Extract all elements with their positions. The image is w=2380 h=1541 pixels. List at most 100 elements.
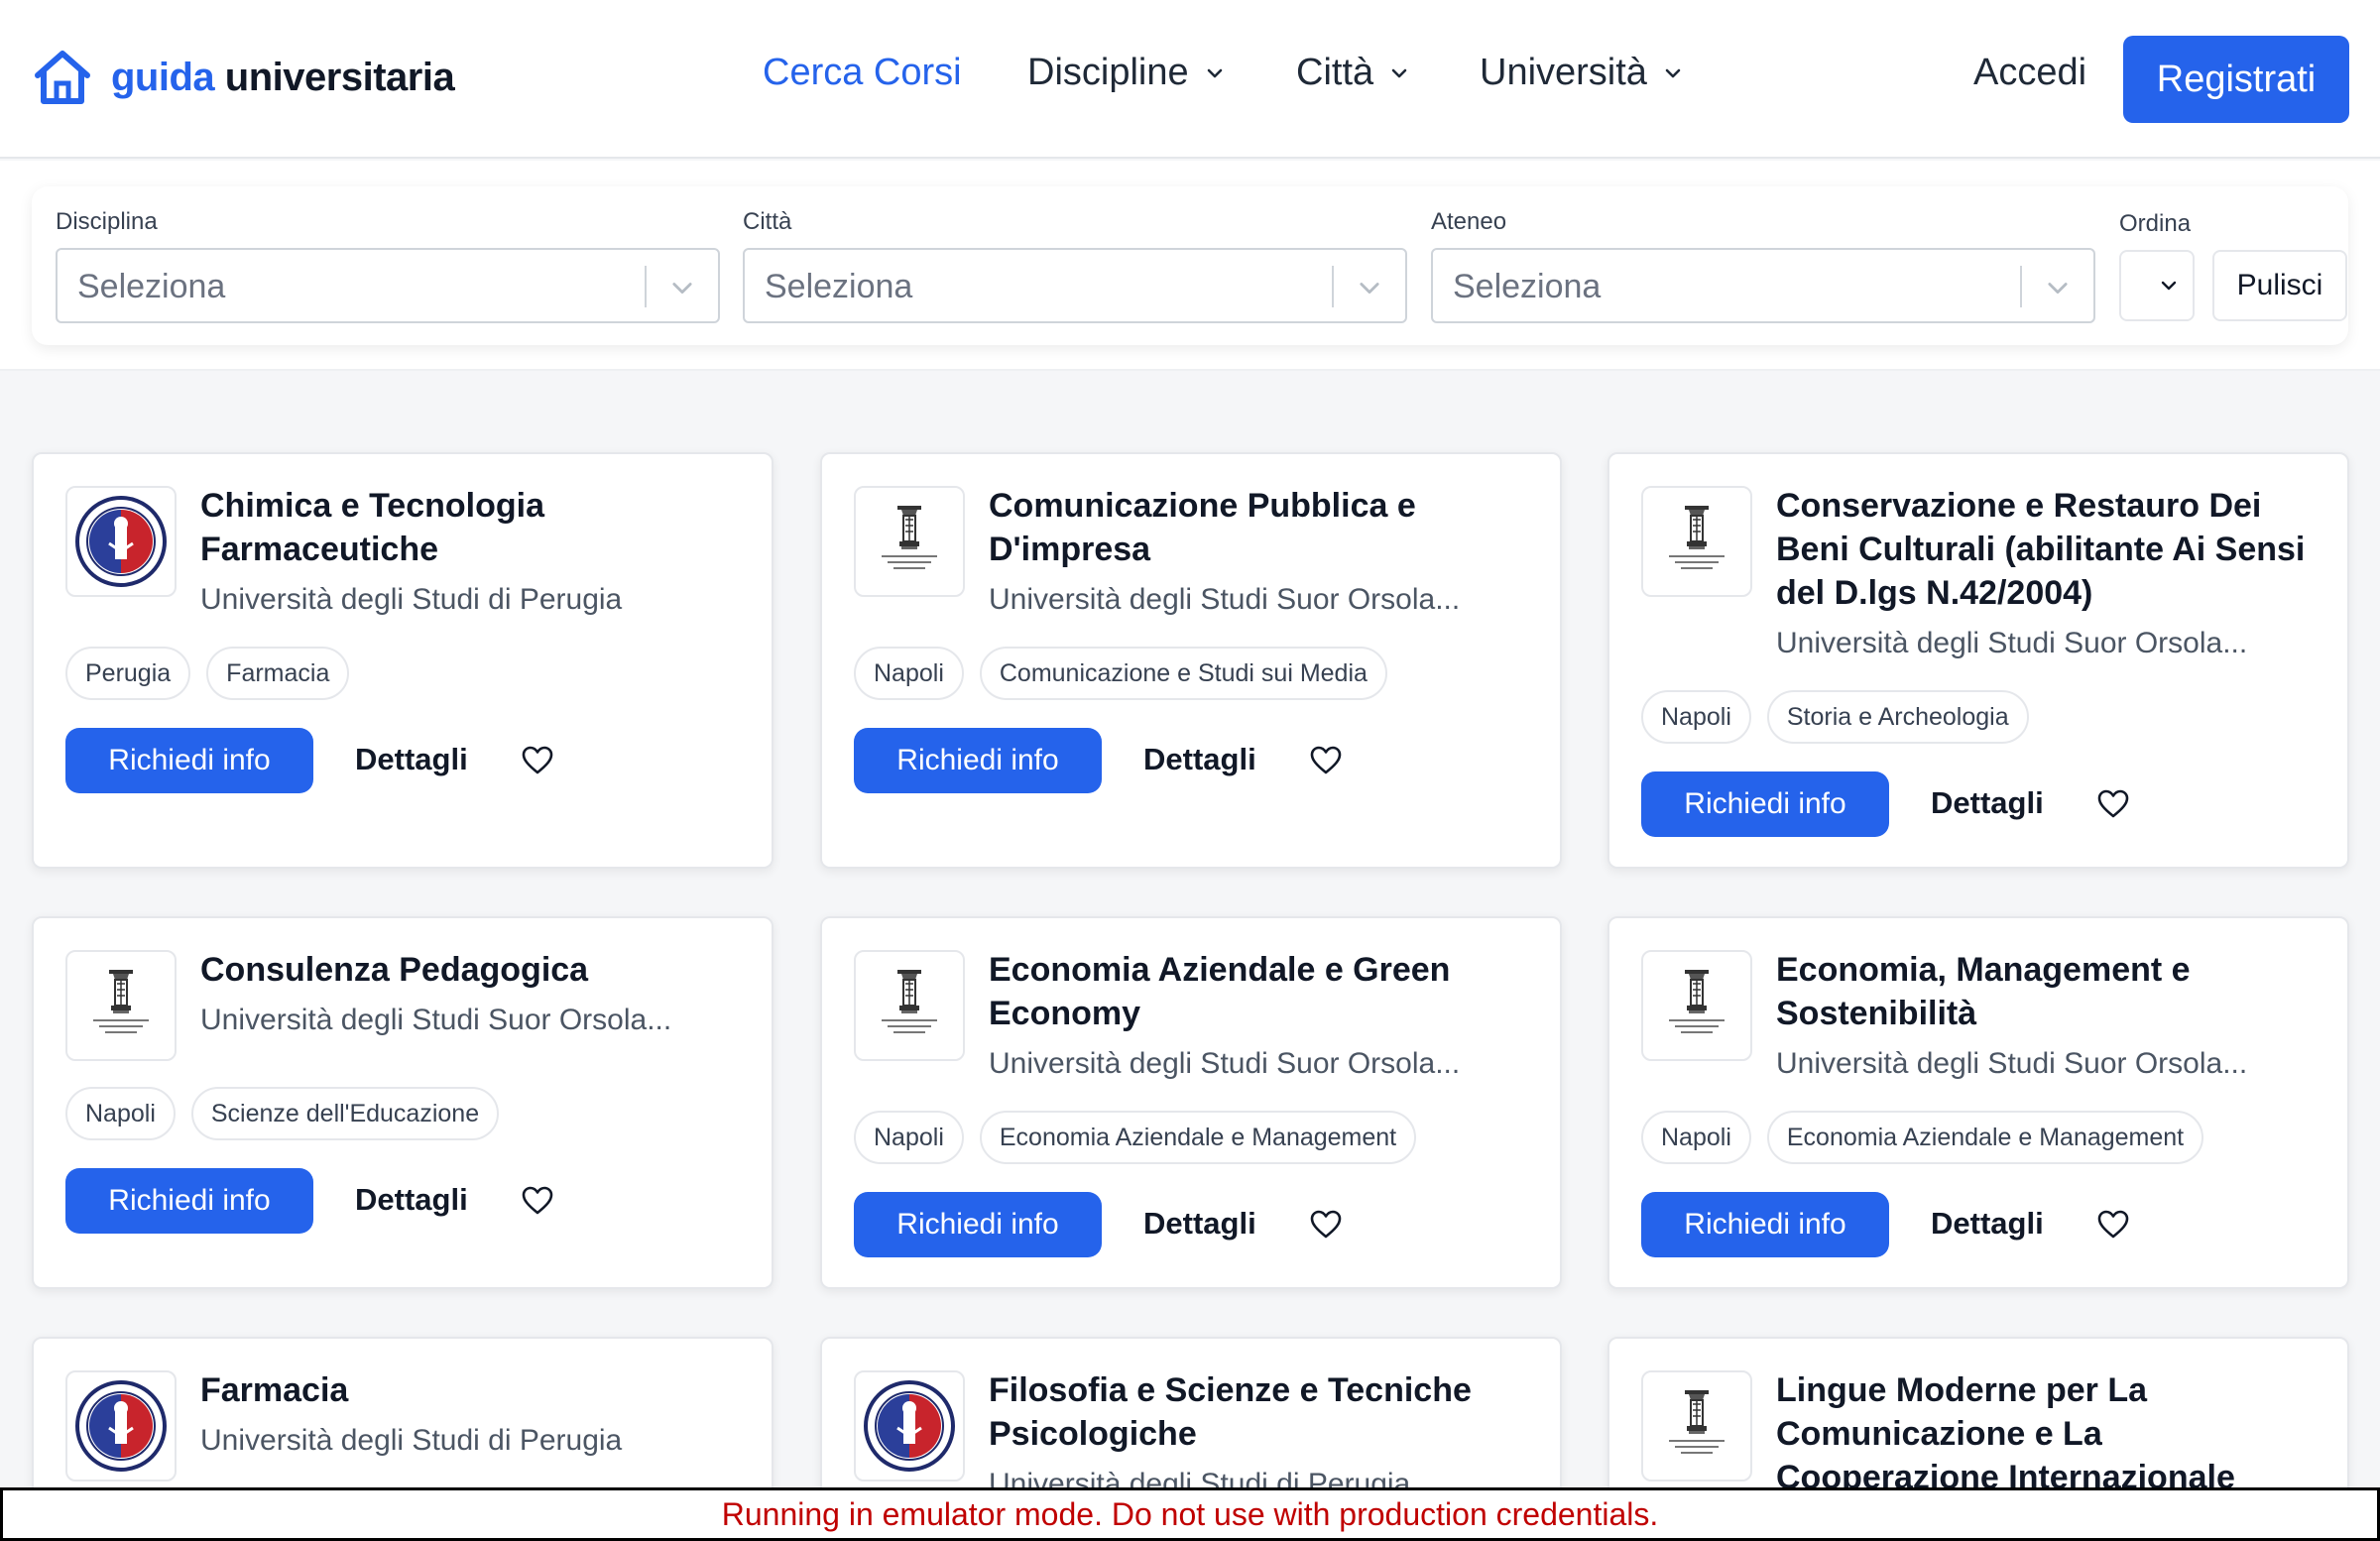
- tag-discipline[interactable]: Economia Aziendale e Management: [979, 1111, 1417, 1164]
- course-card[interactable]: Conservazione e Restauro Dei Beni Cultur…: [1607, 452, 2349, 869]
- course-card[interactable]: Economia Aziendale e Green Economy Unive…: [820, 916, 1562, 1289]
- tag-discipline[interactable]: Storia e Archeologia: [1766, 690, 2029, 744]
- heart-icon[interactable]: [1310, 746, 1342, 775]
- select-separator: [2020, 266, 2022, 307]
- chevron-down-icon: [672, 283, 692, 295]
- course-title[interactable]: Consulenza Pedagogica: [200, 948, 756, 992]
- details-link[interactable]: Dettagli: [1143, 1206, 1256, 1242]
- select-placeholder: Seleziona: [765, 268, 913, 305]
- nav-cerca-corsi[interactable]: Cerca Corsi: [763, 52, 962, 94]
- filter-ateneo-label: Ateneo: [1431, 208, 1507, 235]
- nav-universita[interactable]: Università: [1480, 52, 1685, 94]
- course-title[interactable]: Filosofia e Scienze e Tecniche Psicologi…: [989, 1368, 1544, 1456]
- nav-discipline-label: Discipline: [1027, 52, 1189, 93]
- course-tags: Perugia Farmacia: [65, 647, 365, 700]
- heart-icon[interactable]: [1310, 1210, 1342, 1240]
- select-separator: [645, 266, 647, 307]
- request-info-button[interactable]: Richiedi info: [1641, 771, 1889, 837]
- filter-citta-select[interactable]: Seleziona: [743, 248, 1407, 323]
- tag-discipline[interactable]: Farmacia: [206, 647, 350, 700]
- course-title[interactable]: Economia, Management e Sostenibilità: [1776, 948, 2331, 1035]
- filter-disciplina-select[interactable]: Seleziona: [56, 248, 720, 323]
- nav-universita-label: Università: [1480, 52, 1647, 93]
- course-title[interactable]: Conservazione e Restauro Dei Beni Cultur…: [1776, 484, 2331, 615]
- heart-icon[interactable]: [522, 746, 553, 775]
- request-info-button[interactable]: Richiedi info: [854, 1192, 1102, 1257]
- details-link[interactable]: Dettagli: [355, 742, 468, 777]
- course-card[interactable]: Comunicazione Pubblica e D'impresa Unive…: [820, 452, 1562, 869]
- chevron-down-icon: [2161, 281, 2177, 291]
- tag-city[interactable]: Napoli: [854, 647, 964, 700]
- details-link[interactable]: Dettagli: [1931, 1206, 2044, 1242]
- tag-city[interactable]: Perugia: [65, 647, 191, 700]
- chevron-down-icon: [1665, 68, 1681, 77]
- nav-citta-label: Città: [1296, 52, 1374, 93]
- tag-discipline[interactable]: Scienze dell'Educazione: [190, 1087, 500, 1140]
- details-link[interactable]: Dettagli: [1143, 742, 1256, 777]
- request-info-button[interactable]: Richiedi info: [1641, 1192, 1889, 1257]
- tag-discipline[interactable]: Economia Aziendale e Management: [1766, 1111, 2204, 1164]
- register-button[interactable]: Registrati: [2123, 36, 2349, 123]
- course-tags: Napoli Economia Aziendale e Management: [1641, 1111, 2219, 1164]
- perugia-seal-icon: [75, 496, 167, 587]
- course-card[interactable]: Consulenza Pedagogica Università degli S…: [32, 916, 774, 1289]
- nav-discipline[interactable]: Discipline: [1027, 52, 1227, 94]
- perugia-seal-icon: [864, 1380, 955, 1472]
- nav-cerca-corsi-label: Cerca Corsi: [763, 52, 962, 93]
- course-card[interactable]: Chimica e Tecnologia Farmaceutiche Unive…: [32, 452, 774, 869]
- course-tags: Napoli Comunicazione e Studi sui Media: [854, 647, 1403, 700]
- filter-ateneo-select[interactable]: Seleziona: [1431, 248, 2095, 323]
- brand-logo[interactable]: guida universitaria: [32, 48, 455, 107]
- course-university: Università degli Studi Suor Orsola...: [200, 1004, 672, 1036]
- course-title[interactable]: Economia Aziendale e Green Economy: [989, 948, 1544, 1035]
- nav-citta[interactable]: Città: [1296, 52, 1411, 94]
- course-university: Università degli Studi Suor Orsola...: [1776, 627, 2248, 659]
- request-info-button[interactable]: Richiedi info: [65, 728, 313, 793]
- emulator-warning-banner: Running in emulator mode. Do not use wit…: [0, 1487, 2380, 1541]
- select-placeholder: Seleziona: [77, 268, 226, 305]
- suor-orsola-seal-icon: [881, 969, 938, 1034]
- brand-name-part2: universitaria: [224, 55, 455, 99]
- course-title[interactable]: Farmacia: [200, 1368, 756, 1412]
- select-separator: [1332, 266, 1334, 307]
- home-icon: [35, 51, 90, 104]
- clear-filters-button[interactable]: Pulisci: [2212, 250, 2347, 321]
- perugia-seal-icon: [75, 1380, 167, 1472]
- course-university: Università degli Studi di Perugia: [200, 583, 623, 616]
- university-logo: [854, 486, 965, 597]
- filter-disciplina-label: Disciplina: [56, 208, 158, 235]
- chevron-down-icon: [1360, 283, 1379, 295]
- login-link[interactable]: Accedi: [1973, 52, 2086, 94]
- sort-select[interactable]: [2119, 250, 2195, 321]
- course-title[interactable]: Lingue Moderne per La Comunicazione e La…: [1776, 1368, 2331, 1499]
- course-university: Università degli Studi Suor Orsola...: [989, 1047, 1461, 1080]
- university-logo: [65, 950, 177, 1061]
- tag-city[interactable]: Napoli: [65, 1087, 176, 1140]
- chevron-down-icon: [1207, 68, 1222, 77]
- brand-name-part1: guida: [111, 55, 215, 99]
- top-navbar: guida universitaria Cerca Corsi Discipli…: [0, 0, 2380, 159]
- course-title[interactable]: Chimica e Tecnologia Farmaceutiche: [200, 484, 756, 571]
- suor-orsola-seal-icon: [92, 969, 150, 1034]
- tag-discipline[interactable]: Comunicazione e Studi sui Media: [979, 647, 1387, 700]
- tag-city[interactable]: Napoli: [854, 1111, 964, 1164]
- filter-ordina-label: Ordina: [2119, 210, 2192, 237]
- select-placeholder: Seleziona: [1453, 268, 1602, 305]
- filter-citta-label: Città: [743, 208, 792, 235]
- course-tags: Napoli Storia e Archeologia: [1641, 690, 2045, 744]
- suor-orsola-seal-icon: [1668, 969, 1726, 1034]
- heart-icon[interactable]: [2097, 1210, 2129, 1240]
- tag-city[interactable]: Napoli: [1641, 690, 1751, 744]
- request-info-button[interactable]: Richiedi info: [854, 728, 1102, 793]
- heart-icon[interactable]: [2097, 789, 2129, 819]
- request-info-button[interactable]: Richiedi info: [65, 1168, 313, 1234]
- course-title[interactable]: Comunicazione Pubblica e D'impresa: [989, 484, 1544, 571]
- tag-city[interactable]: Napoli: [1641, 1111, 1751, 1164]
- university-logo: [1641, 486, 1752, 597]
- details-link[interactable]: Dettagli: [355, 1182, 468, 1218]
- university-logo: [854, 950, 965, 1061]
- course-university: Università degli Studi Suor Orsola...: [1776, 1047, 2248, 1080]
- course-card[interactable]: Economia, Management e Sostenibilità Uni…: [1607, 916, 2349, 1289]
- heart-icon[interactable]: [522, 1186, 553, 1216]
- details-link[interactable]: Dettagli: [1931, 785, 2044, 821]
